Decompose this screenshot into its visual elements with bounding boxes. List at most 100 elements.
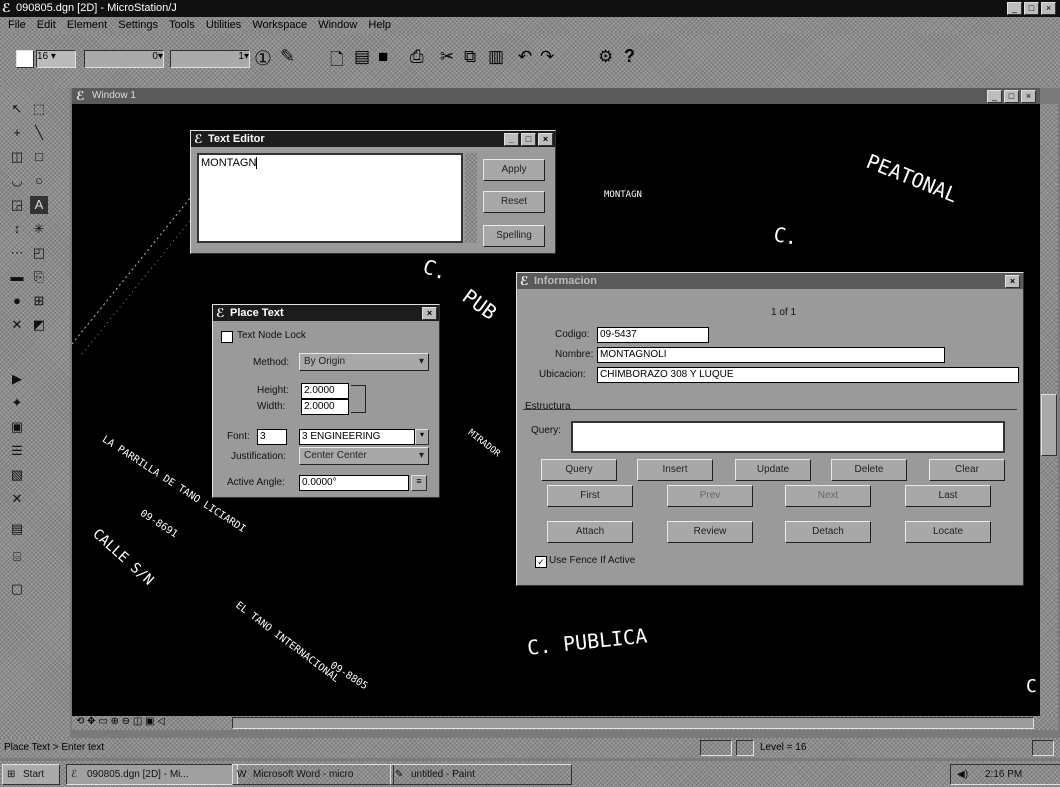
status-lock-icon[interactable] [700, 740, 732, 756]
start-button[interactable]: ⊞ Start [2, 764, 60, 785]
height-input[interactable]: 2.0000 [301, 383, 349, 399]
locate-button[interactable]: Locate [905, 521, 991, 543]
pattern-icon[interactable]: ▤ [8, 520, 26, 538]
speaker-icon[interactable]: ◀) [957, 765, 968, 784]
polygon-icon[interactable]: ◫ [8, 148, 26, 166]
star-icon[interactable]: ✳ [30, 220, 48, 238]
measure-icon[interactable]: ◩ [30, 316, 48, 334]
codigo-field[interactable]: 09-5437 [597, 327, 709, 343]
insert-button[interactable]: Insert [637, 459, 713, 481]
undo-icon[interactable]: ↶ [518, 47, 532, 67]
delete-x-icon[interactable]: ✕ [8, 316, 26, 334]
menu-utilities[interactable]: Utilities [206, 19, 241, 31]
query-textarea[interactable] [571, 421, 1005, 453]
reset-button[interactable]: Reset [483, 191, 545, 213]
ubicacion-field[interactable]: CHIMBORAZO 308 Y LUQUE [597, 367, 1019, 383]
view-control-icons[interactable]: ⟲ ✥ ▭ ⊕ ⊖ ◫ ▣ ◁ [76, 716, 165, 727]
update-button[interactable]: Update [735, 459, 811, 481]
info-icon[interactable]: ① [254, 46, 272, 71]
menu-workspace[interactable]: Workspace [252, 19, 307, 31]
delete-button[interactable]: Delete [831, 459, 907, 481]
select-arrow-icon[interactable]: ↖ [8, 100, 26, 118]
reference-icon[interactable]: ▣ [8, 418, 26, 436]
menu-help[interactable]: Help [368, 19, 391, 31]
help-icon[interactable]: ? [624, 46, 635, 67]
justification-select[interactable]: Center Center ▾ [299, 447, 429, 465]
new-file-icon[interactable]: 🗋 [330, 47, 344, 76]
fence-icon[interactable]: ⬚ [30, 100, 48, 118]
task-word[interactable]: W Microsoft Word - micro [232, 764, 394, 785]
view-minimize-button[interactable]: _ [987, 90, 1002, 103]
method-select[interactable]: By Origin ▾ [299, 353, 429, 371]
color-swatch[interactable] [16, 50, 34, 68]
status-snap-icon[interactable] [736, 740, 754, 756]
clear-button[interactable]: Clear [929, 459, 1005, 481]
raster-icon[interactable]: ▧ [8, 466, 26, 484]
close-button[interactable]: × [1041, 2, 1056, 15]
minimize-button[interactable]: _ [1007, 2, 1022, 15]
task-microstation[interactable]: ℰ 090805.dgn [2D] - Mi... [66, 764, 238, 785]
prev-button[interactable]: Prev [667, 485, 753, 507]
print-icon[interactable]: ⎙ [410, 47, 424, 67]
vertical-scroll-thumb[interactable] [1041, 394, 1057, 456]
first-button[interactable]: First [547, 485, 633, 507]
menu-element[interactable]: Element [67, 19, 107, 31]
place-text-close-button[interactable]: × [422, 307, 437, 320]
snap-icon[interactable]: ✦ [8, 394, 26, 412]
text-editor-textarea[interactable]: MONTAGN [197, 153, 463, 243]
settings-gear-icon[interactable]: ⚙ [598, 47, 613, 67]
status-save-icon[interactable] [1032, 740, 1054, 756]
x-tool-icon[interactable]: ✕ [8, 490, 26, 508]
next-button[interactable]: Next [785, 485, 871, 507]
view-vertical-scrollbar[interactable] [1040, 104, 1058, 716]
copy-element-icon[interactable]: ⎘ [30, 268, 48, 286]
point-icon[interactable]: + [8, 124, 26, 142]
view-tool-icon[interactable]: ▶ [8, 370, 26, 388]
active-angle-input[interactable]: 0.0000° [299, 475, 409, 491]
circle-icon[interactable]: ○ [30, 172, 48, 190]
fence-mode-icon[interactable]: ▢ [8, 580, 26, 598]
last-button[interactable]: Last [905, 485, 991, 507]
menu-settings[interactable]: Settings [118, 19, 158, 31]
style-select[interactable]: 1▾ [170, 50, 250, 68]
review-button[interactable]: Review [667, 521, 753, 543]
redo-icon[interactable]: ↷ [540, 47, 554, 67]
view-close-button[interactable]: × [1021, 90, 1036, 103]
view-horizontal-scrollbar[interactable] [232, 717, 1034, 729]
spelling-button[interactable]: Spelling [483, 225, 545, 247]
apply-button[interactable]: Apply [483, 159, 545, 181]
angle-picker-icon[interactable]: ≡ [411, 475, 427, 491]
text-editor-scrollbar[interactable] [465, 153, 477, 243]
text-editor-close-button[interactable]: × [538, 133, 553, 146]
text-editor-minimize-button[interactable]: _ [504, 133, 519, 146]
detach-button[interactable]: Detach [785, 521, 871, 543]
paste-icon[interactable]: ▥ [488, 47, 504, 67]
list-icon[interactable]: ☰ [8, 442, 26, 460]
pencil-icon[interactable]: ✎ [280, 46, 295, 67]
font-select[interactable]: 3 ENGINEERING [299, 429, 415, 445]
grid-icon[interactable]: ⊞ [30, 292, 48, 310]
text-tool-icon[interactable]: A [30, 196, 48, 214]
menu-window[interactable]: Window [318, 19, 357, 31]
save-icon[interactable]: ■ [378, 47, 388, 67]
copy-icon[interactable]: ⧉ [464, 47, 476, 67]
menu-edit[interactable]: Edit [37, 19, 56, 31]
menu-file[interactable]: File [8, 19, 26, 31]
font-number-input[interactable]: 3 [257, 429, 287, 445]
dots-icon[interactable]: ⋯ [8, 244, 26, 262]
use-fence-checkbox[interactable]: ✓ [535, 556, 547, 568]
width-input[interactable]: 2.0000 [301, 399, 349, 415]
cell-icon[interactable]: ◲ [8, 196, 26, 214]
info-close-button[interactable]: × [1005, 275, 1020, 288]
level-select[interactable]: 16 ▾ [36, 50, 76, 68]
dimension-icon[interactable]: ↕ [8, 220, 26, 238]
query-button[interactable]: Query [541, 459, 617, 481]
lock-ratio-icon[interactable] [351, 385, 366, 413]
cut-icon[interactable]: ✂ [440, 47, 454, 67]
text-editor-maximize-button[interactable]: □ [521, 133, 536, 146]
open-folder-icon[interactable]: ▤ [354, 47, 370, 67]
task-paint[interactable]: ✎ untitled - Paint [390, 764, 572, 785]
drop-icon[interactable]: ● [8, 292, 26, 310]
line-icon[interactable]: ╲ [30, 124, 48, 142]
modify-icon[interactable]: ◰ [30, 244, 48, 262]
